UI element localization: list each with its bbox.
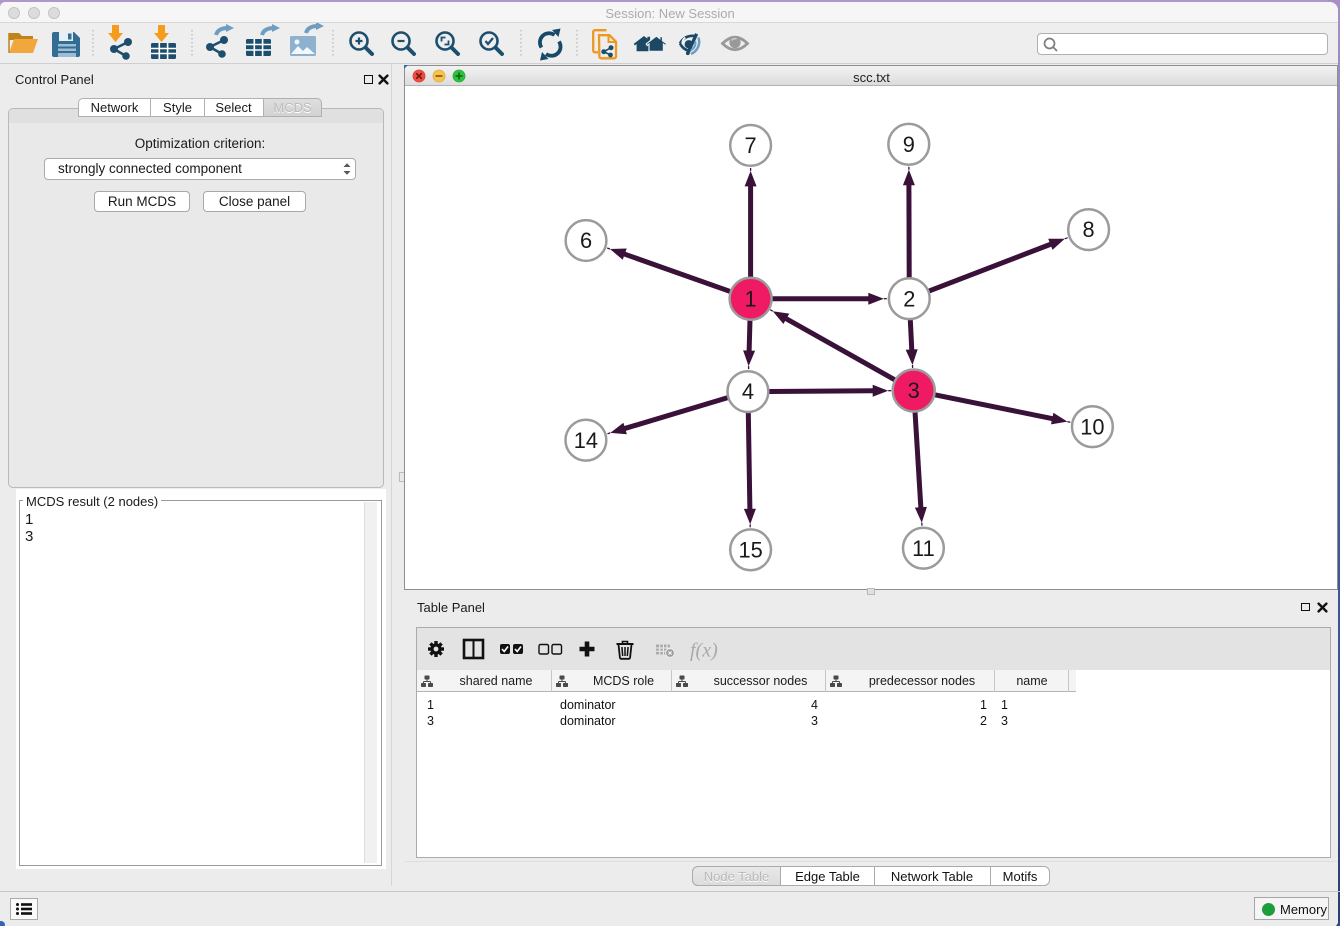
svg-text:6: 6: [580, 228, 592, 253]
svg-text:10: 10: [1080, 414, 1104, 439]
svg-text:14: 14: [574, 428, 598, 453]
svg-text:4: 4: [742, 379, 754, 404]
svg-text:2: 2: [903, 286, 915, 311]
svg-text:f(x): f(x): [690, 640, 718, 662]
svg-text:3: 3: [908, 378, 920, 403]
svg-text:8: 8: [1083, 217, 1095, 242]
svg-text:11: 11: [912, 536, 935, 561]
svg-text:15: 15: [738, 537, 762, 562]
svg-text:7: 7: [745, 133, 757, 158]
svg-text:9: 9: [903, 132, 915, 157]
svg-text:1: 1: [745, 286, 757, 311]
